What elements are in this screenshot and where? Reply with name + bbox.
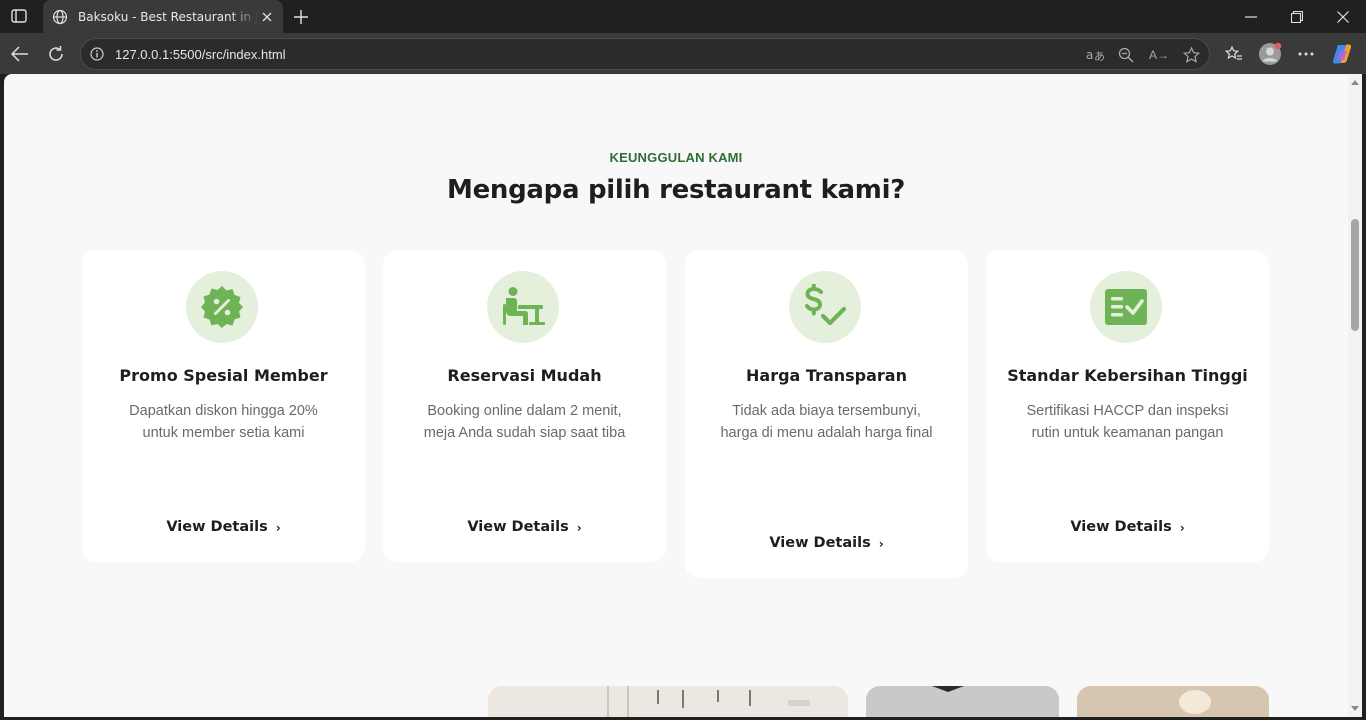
restore-icon[interactable] [1284,4,1310,30]
globe-icon [51,8,69,26]
page-viewport: KEUNGGULAN KAMI Mengapa pilih restaurant… [4,74,1348,717]
card-description: Tidak ada biaya tersembunyi, harga di me… [720,403,933,441]
section-tag: KEUNGGULAN KAMI [609,150,743,165]
feature-card-hygiene: Standar Kebersihan Tinggi Sertifikasi HA… [986,250,1269,562]
svg-text:a: a [1086,48,1093,62]
svg-text:あ: あ [1094,50,1104,63]
tab-actions-button[interactable] [8,6,30,26]
more-options-icon[interactable] [1294,42,1318,66]
card-description: Dapatkan diskon hingga 20% untuk member … [129,403,318,441]
zoom-out-icon[interactable] [1116,45,1136,65]
dollar-check-icon [805,284,847,326]
discount-badge-icon [201,286,243,328]
chevron-right-icon: › [576,520,582,535]
new-tab-icon[interactable] [290,6,312,28]
card-title: Reservasi Mudah [447,366,602,385]
card-title: Promo Spesial Member [119,366,328,385]
sidebar-tabs-icon [11,9,27,23]
feature-card-reservation: Reservasi Mudah Booking online dalam 2 m… [383,250,666,562]
view-details-label: View Details [1070,519,1172,535]
favorite-star-icon[interactable] [1181,45,1201,65]
card-icon-badge [186,271,258,343]
profile-avatar[interactable] [1258,42,1282,66]
back-icon[interactable] [8,42,32,66]
site-info-icon[interactable] [89,46,105,62]
card-icon-badge [1090,271,1162,343]
card-icon-badge [789,271,861,343]
browser-toolbar: 127.0.0.1:5500/src/index.html aあ A→ [0,33,1366,74]
browser-tab[interactable]: Baksoku - Best Restaurant in Jakarta [43,0,283,33]
scroll-up-arrow-icon[interactable] [1351,80,1359,85]
read-aloud-icon[interactable]: A→ [1149,45,1169,65]
view-details-link[interactable]: View Details › [685,535,968,551]
favorites-icon[interactable] [1222,42,1246,66]
view-details-label: View Details [166,519,268,535]
feature-card-promo: Promo Spesial Member Dapatkan diskon hin… [82,250,365,562]
restaurant-photo [488,686,848,717]
chevron-right-icon: › [275,520,281,535]
card-description: Sertifikasi HACCP dan inspeksi rutin unt… [1026,403,1229,441]
tab-bar: Baksoku - Best Restaurant in Jakarta [0,0,1366,33]
close-window-icon[interactable] [1330,4,1356,30]
tab-title: Baksoku - Best Restaurant in Jakarta [78,9,258,24]
address-bar[interactable]: 127.0.0.1:5500/src/index.html aあ A→ [80,38,1210,70]
close-tab-icon[interactable] [259,9,275,25]
reload-icon[interactable] [44,42,68,66]
feature-card-pricing: Harga Transparan Tidak ada biaya tersemb… [685,250,968,578]
checklist-icon [1105,289,1147,325]
view-details-label: View Details [769,535,871,551]
card-icon-badge [487,271,559,343]
scrollbar-thumb[interactable] [1351,219,1359,331]
url-text: 127.0.0.1:5500/src/index.html [115,47,286,62]
copilot-icon[interactable] [1330,42,1354,66]
view-details-link[interactable]: View Details › [986,519,1269,535]
translate-icon[interactable]: aあ [1085,45,1105,65]
restaurant-photo [866,686,1059,717]
view-details-link[interactable]: View Details › [82,519,365,535]
restaurant-photo [1077,686,1269,717]
card-description: Booking online dalam 2 menit, meja Anda … [423,403,626,441]
vertical-scrollbar[interactable] [1348,74,1362,717]
section-title: Mengapa pilih restaurant kami? [447,175,905,205]
view-details-link[interactable]: View Details › [383,519,666,535]
card-title: Harga Transparan [746,366,907,385]
person-at-desk-icon [503,287,545,325]
view-details-label: View Details [467,519,569,535]
card-title: Standar Kebersihan Tinggi [1007,366,1248,385]
chevron-right-icon: › [878,536,884,551]
scroll-down-arrow-icon[interactable] [1351,706,1359,711]
minimize-icon[interactable] [1238,4,1264,30]
chevron-right-icon: › [1179,520,1185,535]
